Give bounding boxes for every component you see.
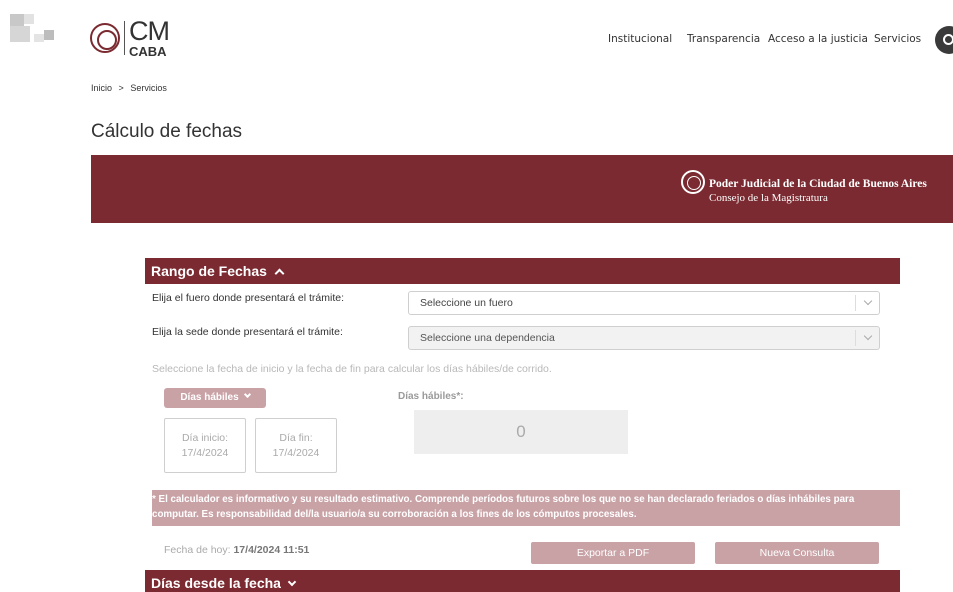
start-date-label: Día inicio: <box>181 432 229 444</box>
nav-servicios[interactable]: Servicios <box>874 33 921 45</box>
sede-select[interactable]: Seleccione una dependencia <box>408 326 880 350</box>
result-value: 0 <box>414 410 628 454</box>
logo-caba-text: CABA <box>129 44 167 59</box>
end-date-value: 17/4/2024 <box>272 447 320 459</box>
breadcrumb-home[interactable]: Inicio <box>91 83 112 93</box>
seal-icon <box>90 23 120 53</box>
chevron-down-icon <box>855 295 879 311</box>
chevron-down-icon <box>243 390 251 399</box>
poder-judicial-seal-icon <box>681 170 705 194</box>
new-query-button[interactable]: Nueva Consulta <box>715 542 879 564</box>
rango-section-title: Rango de Fechas <box>151 263 267 279</box>
page-title: Cálculo de fechas <box>91 121 243 142</box>
chevron-up-icon <box>274 268 285 279</box>
fuero-select-value: Seleccione un fuero <box>420 297 513 309</box>
banner-subtitle: Consejo de la Magistratura <box>709 192 828 204</box>
chevron-down-icon <box>855 330 879 346</box>
logo-cm-text: CM <box>129 16 170 46</box>
start-date-field[interactable]: Día inicio: 17/4/2024 <box>164 418 246 473</box>
end-date-field[interactable]: Día fin: 17/4/2024 <box>255 418 337 473</box>
disclaimer: * El calculador es informativo y su resu… <box>152 490 900 526</box>
desde-section-title: Días desde la fecha <box>151 575 281 591</box>
banner-title: Poder Judicial de la Ciudad de Buenos Ai… <box>709 178 927 190</box>
sede-label: Elija la sede donde presentará el trámit… <box>152 326 343 338</box>
breadcrumb: Inicio > Servicios <box>91 83 171 93</box>
sede-select-value: Seleccione una dependencia <box>420 332 555 344</box>
result-label: Días hábiles*: <box>398 391 464 402</box>
nav-institucional[interactable]: Institucional <box>608 33 672 45</box>
today-value: 17/4/2024 11:51 <box>233 544 310 556</box>
logo-divider <box>124 21 125 55</box>
cm-caba-logo[interactable]: CM CABA <box>90 16 170 59</box>
nav-acceso-justicia[interactable]: Acceso a la justicia <box>768 33 868 45</box>
breadcrumb-separator: > <box>118 83 124 93</box>
desde-section-header[interactable]: Días desde la fecha <box>145 570 900 592</box>
chevron-down-icon <box>287 577 297 587</box>
dias-habiles-label: Días hábiles <box>180 392 239 403</box>
nav-transparencia[interactable]: Transparencia <box>687 33 760 45</box>
breadcrumb-current: Servicios <box>130 83 167 93</box>
fuero-select[interactable]: Seleccione un fuero <box>408 291 880 315</box>
today-label: Fecha de hoy: <box>164 544 231 556</box>
corner-decoration <box>10 14 54 48</box>
start-date-value: 17/4/2024 <box>181 447 229 459</box>
rango-section-header[interactable]: Rango de Fechas <box>145 258 900 284</box>
fuero-label: Elija el fuero donde presentará el trámi… <box>152 292 345 304</box>
date-range-hint: Seleccione la fecha de inicio y la fecha… <box>152 363 552 375</box>
export-pdf-button[interactable]: Exportar a PDF <box>531 542 695 564</box>
end-date-label: Día fin: <box>279 432 313 444</box>
search-icon[interactable] <box>935 26 953 54</box>
dias-habiles-dropdown[interactable]: Días hábiles <box>164 388 266 408</box>
today-date: Fecha de hoy: 17/4/2024 11:51 <box>164 544 309 556</box>
